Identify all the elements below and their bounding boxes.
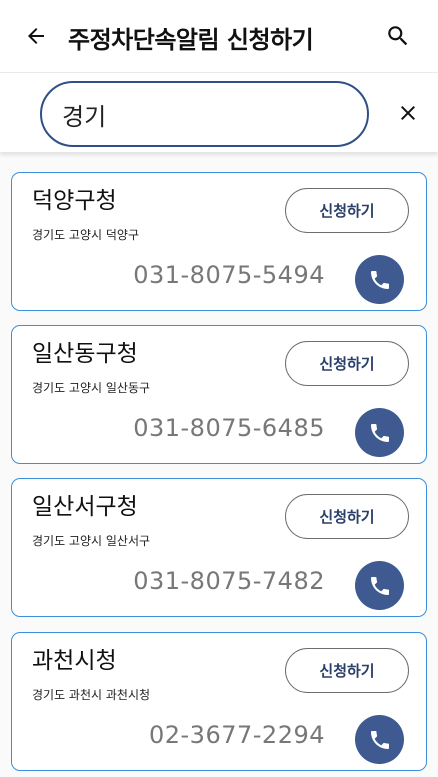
call-button[interactable] [355,408,404,457]
page-title: 주정차단속알림 신청하기 [68,26,314,54]
office-address: 경기도 고양시 일산동구 [32,381,151,395]
phone-icon [370,423,389,442]
arrow-left-icon [28,28,44,44]
phone-icon [370,576,389,595]
search-input[interactable] [62,100,342,128]
close-icon [401,106,415,120]
search-bar [0,72,438,152]
office-name: 일산서구청 [32,494,138,520]
office-name: 과천시청 [32,648,117,674]
office-name: 덕양구청 [32,188,117,214]
office-address: 경기도 고양시 일산서구 [32,534,151,548]
back-button[interactable] [22,22,50,50]
office-card: 과천시청 경기도 과천시 과천시청 신청하기 02-3677-2294 [11,632,427,771]
phone-number: 031-8075-5494 [133,261,325,289]
top-app-bar: 주정차단속알림 신청하기 [0,0,438,72]
office-name: 일산동구청 [32,341,138,367]
call-button[interactable] [355,561,404,610]
search-button[interactable] [384,22,412,50]
apply-button[interactable]: 신청하기 [285,341,409,386]
phone-number: 02-3677-2294 [148,721,325,749]
office-card: 덕양구청 경기도 고양시 덕양구 신청하기 031-8075-5494 [11,172,427,311]
search-icon [388,26,408,46]
phone-number: 031-8075-6485 [133,414,325,442]
office-card: 일산서구청 경기도 고양시 일산서구 신청하기 031-8075-7482 [11,478,427,617]
office-address: 경기도 과천시 과천시청 [32,688,151,702]
phone-icon [370,270,389,289]
phone-number: 031-8075-7482 [133,567,325,595]
office-address: 경기도 고양시 덕양구 [32,228,139,242]
call-button[interactable] [355,715,404,764]
phone-icon [370,730,389,749]
apply-button[interactable]: 신청하기 [285,494,409,539]
clear-search-button[interactable] [392,97,424,129]
office-card: 일산동구청 경기도 고양시 일산동구 신청하기 031-8075-6485 [11,325,427,464]
app-screen: 주정차단속알림 신청하기 덕양구청 경기도 고양시 덕양구 신청하기 031-8… [0,0,438,777]
call-button[interactable] [355,255,404,304]
office-list: 덕양구청 경기도 고양시 덕양구 신청하기 031-8075-5494 일산동구… [0,152,438,777]
apply-button[interactable]: 신청하기 [285,188,409,233]
search-field[interactable] [40,81,369,147]
apply-button[interactable]: 신청하기 [285,648,409,693]
